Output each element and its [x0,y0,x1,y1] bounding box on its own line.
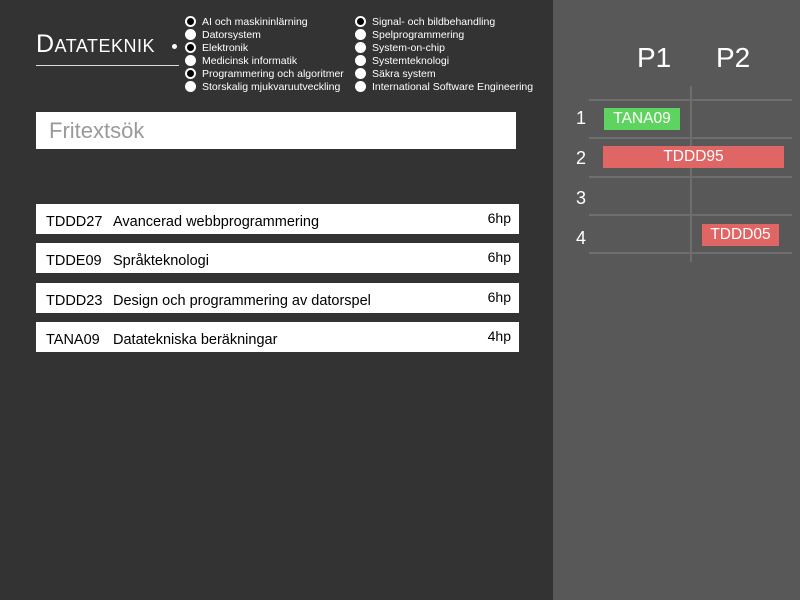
course-code: TDDD23 [46,293,103,309]
radio-button[interactable] [355,42,366,53]
period-header-p2: P2 [716,42,751,73]
filter-label: AI och maskininlärning [202,16,308,28]
radio-button[interactable] [185,16,196,27]
course-credits: 6hp [487,289,511,305]
filter-option[interactable]: Programmering och algoritmer [185,68,344,81]
radio-button[interactable] [185,81,196,92]
title-dot [172,44,177,49]
radio-button[interactable] [185,55,196,66]
course-name: Avancerad webbprogrammering [113,214,320,230]
app-title: Datateknik [36,30,156,58]
filter-label: Systemteknologi [372,55,450,67]
row-number-2: 2 [576,148,587,168]
filter-option[interactable]: Spelprogrammering [355,29,533,42]
filter-option[interactable]: Elektronik [185,42,344,55]
course-credits: 4hp [487,328,511,344]
course-row[interactable]: TDDE09 Språkteknologi 6hp [36,243,519,273]
filter-label: System-on-chip [372,42,445,54]
filter-option[interactable]: Säkra system [355,68,533,81]
filter-label: Datorsystem [202,29,261,41]
filter-label: Elektronik [202,42,249,54]
course-row[interactable]: TANA09 Datatekniska beräkningar 4hp [36,322,519,352]
course-name: Design och programmering av datorspel [113,293,371,309]
filter-option[interactable]: Datorsystem [185,29,344,42]
course-code: TDDE09 [46,253,102,269]
filter-column-1: AI och maskininlärning Datorsystem Elekt… [185,16,344,94]
row-number-4: 4 [576,228,587,248]
filter-label: International Software Engineering [372,81,534,93]
course-name: Datatekniska beräkningar [113,332,278,348]
grid-divider [690,86,692,262]
schedule-panel [553,0,800,600]
filter-option[interactable]: Signal- och bildbehandling [355,16,533,29]
row-number-1: 1 [576,108,587,128]
filter-label: Signal- och bildbehandling [372,16,496,28]
schedule-block-tana09[interactable]: TANA09 [604,108,680,130]
filter-label: Medicinsk informatik [202,55,298,67]
schedule-block-tddd05[interactable]: TDDD05 [702,224,779,246]
title-underline [36,65,179,66]
course-row[interactable]: TDDD27 Avancerad webbprogrammering 6hp [36,204,519,234]
filter-option[interactable]: AI och maskininlärning [185,16,344,29]
radio-button[interactable] [185,68,196,79]
radio-button[interactable] [185,42,196,53]
course-code: TANA09 [46,332,100,348]
row-number-3: 3 [576,188,587,208]
course-credits: 6hp [487,210,511,226]
radio-button[interactable] [355,81,366,92]
filter-option[interactable]: System-on-chip [355,42,533,55]
filter-option[interactable]: International Software Engineering [355,81,533,94]
filter-column-2: Signal- och bildbehandling Spelprogramme… [355,16,533,94]
search-input[interactable] [36,112,516,149]
radio-button[interactable] [355,68,366,79]
filter-label: Säkra system [372,68,436,80]
filter-label: Spelprogrammering [372,29,465,41]
filter-option[interactable]: Medicinsk informatik [185,55,344,68]
course-credits: 6hp [487,249,511,265]
radio-button[interactable] [355,16,366,27]
period-header-p1: P1 [637,42,672,73]
filter-label: Programmering och algoritmer [202,68,344,80]
radio-button[interactable] [355,55,366,66]
filter-label: Storskalig mjukvaruutveckling [202,81,341,93]
radio-button[interactable] [185,29,196,40]
course-code: TDDD27 [46,214,103,230]
filter-option[interactable]: Systemteknologi [355,55,533,68]
filter-option[interactable]: Storskalig mjukvaruutveckling [185,81,344,94]
course-name: Språkteknologi [113,253,209,269]
radio-button[interactable] [355,29,366,40]
schedule-block-tddd95[interactable]: TDDD95 [603,146,784,168]
course-row[interactable]: TDDD23 Design och programmering av dator… [36,283,519,313]
